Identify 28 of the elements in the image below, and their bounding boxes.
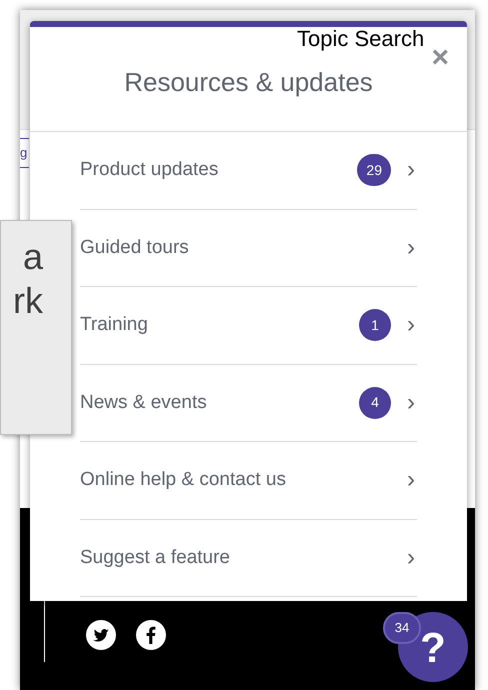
menu-item[interactable]: Guided tours › [80,210,417,287]
count-badge: 29 [357,154,391,186]
chevron-icon: › [407,546,415,570]
menu-item[interactable]: News & events 4 › [80,364,417,442]
chevron-icon: › [407,313,415,338]
twitter-icon[interactable] [86,620,116,650]
menu-item[interactable]: Product updates 29 › [80,132,417,210]
item-label: News & events [80,390,208,414]
item-label: Suggest a feature [80,546,231,570]
chevron-icon: › [407,158,415,182]
facebook-icon[interactable] [136,620,166,650]
count-badge: 4 [359,386,391,419]
tooltip-text: a [22,235,43,279]
item-label: Product updates [80,158,220,182]
menu-item[interactable]: Online help & contact us › [80,442,417,520]
panel-title: Resources & updates [124,66,373,98]
count-badge: 1 [359,309,391,342]
chevron-icon: › [407,236,415,260]
nav-link[interactable]: g [20,138,29,168]
menu-item[interactable]: Suggest a feature › [80,520,417,597]
item-label: Online help & contact us [80,468,287,492]
topic-search-label: Topic Search [297,26,424,52]
tooltip-text: rk [13,279,43,323]
item-label: Guided tours [80,236,190,260]
chevron-icon: › [407,390,415,415]
chevron-icon: › [407,468,415,492]
menu-item[interactable]: Training 1 › [80,287,417,364]
item-label: Training [80,313,149,337]
